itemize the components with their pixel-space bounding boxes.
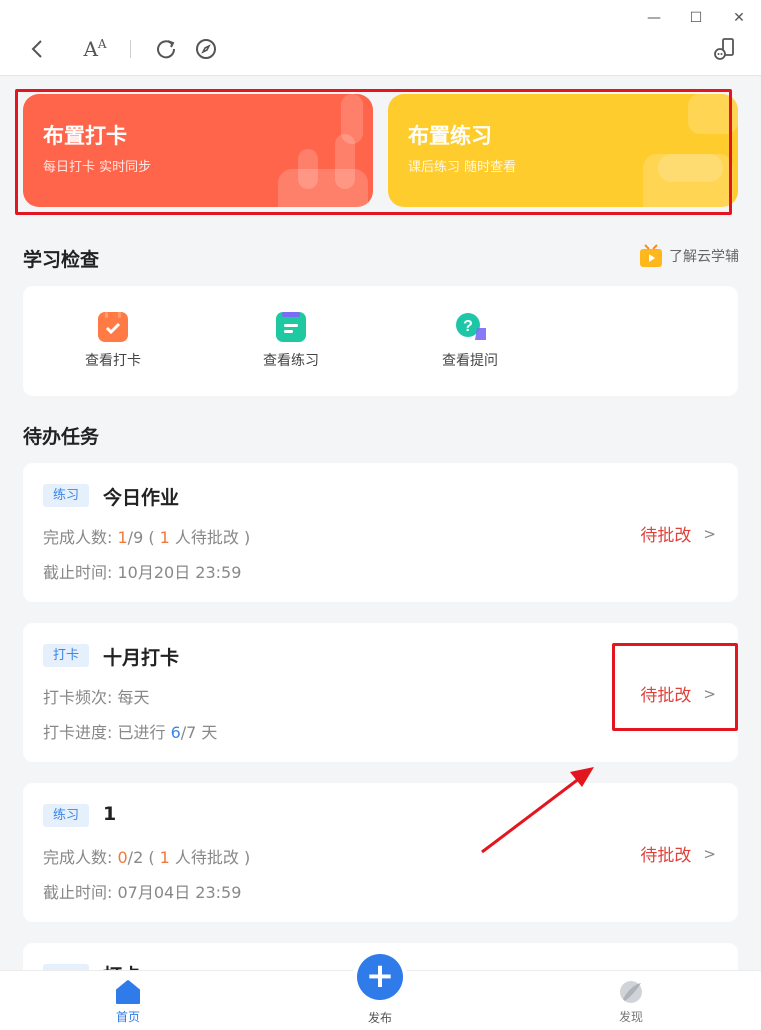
- pending-review-link[interactable]: 待批改 >: [640, 521, 716, 547]
- learn-more-link[interactable]: 了解云学辅: [639, 244, 739, 268]
- task-title: 1: [103, 803, 117, 825]
- publish-button[interactable]: +: [357, 954, 403, 1000]
- banner-decoration: [298, 149, 318, 189]
- font-size-icon[interactable]: AA: [82, 36, 108, 62]
- pending-review-link[interactable]: 待批改 >: [640, 841, 716, 867]
- banner-title: 布置打卡: [43, 124, 127, 148]
- question-bubble-icon: ?: [455, 312, 486, 342]
- banner-decoration: [688, 94, 738, 134]
- refresh-icon[interactable]: [153, 36, 179, 62]
- banner-decoration: [341, 94, 363, 144]
- discover-icon: [620, 981, 642, 1003]
- close-button[interactable]: ✕: [729, 8, 749, 28]
- banner-decoration: [658, 154, 723, 182]
- task-tag: 练习: [43, 804, 89, 827]
- task-tag: 打卡: [43, 644, 89, 667]
- study-check-card: 查看打卡 查看练习 ? 查看提问: [23, 286, 738, 396]
- plus-icon: +: [365, 956, 395, 996]
- assign-practice-banner[interactable]: 布置练习 课后练习 随时查看: [388, 94, 738, 207]
- status-label: 待批改: [640, 526, 692, 546]
- pending-review-link[interactable]: 待批改 >: [640, 681, 716, 707]
- chevron-right-icon: >: [703, 844, 716, 863]
- learn-more-label: 了解云学辅: [669, 249, 739, 265]
- nav-home[interactable]: 首页: [98, 979, 158, 1025]
- task-tag: 练习: [43, 484, 89, 507]
- toolbar-divider: [130, 40, 131, 58]
- chevron-right-icon: >: [703, 684, 716, 703]
- task-deadline: 截止时间: 10月20日 23:59: [43, 563, 242, 582]
- view-questions-label: 查看提问: [442, 353, 498, 369]
- status-label: 待批改: [640, 686, 692, 706]
- compass-icon[interactable]: [193, 36, 219, 62]
- task-title: 十月打卡: [103, 647, 180, 669]
- view-checkin-label: 查看打卡: [85, 353, 141, 369]
- nav-discover[interactable]: 发现: [601, 979, 661, 1025]
- task-completion: 完成人数: 1/9 ( 1 人待批改 ): [43, 528, 251, 547]
- svg-text:?: ?: [463, 318, 473, 335]
- home-icon: [116, 980, 140, 1004]
- view-practice-button[interactable]: 查看练习: [246, 312, 336, 370]
- nav-discover-label: 发现: [618, 1010, 643, 1024]
- back-icon[interactable]: [24, 36, 50, 62]
- document-icon: [276, 312, 306, 342]
- todo-title: 待办任务: [23, 426, 100, 448]
- assign-checkin-banner[interactable]: 布置打卡 每日打卡 实时同步: [23, 94, 373, 207]
- task-deadline: 截止时间: 07月04日 23:59: [43, 883, 242, 902]
- study-check-title: 学习检查: [23, 249, 100, 271]
- nav-publish[interactable]: 发布: [350, 1009, 410, 1026]
- nav-publish-label: 发布: [367, 1011, 392, 1025]
- view-practice-label: 查看练习: [263, 353, 319, 369]
- font-size-sup: A: [97, 37, 107, 51]
- view-questions-button[interactable]: ? 查看提问: [425, 312, 515, 370]
- device-switch-icon[interactable]: [712, 36, 738, 62]
- task-card[interactable]: 练习 今日作业 完成人数: 1/9 ( 1 人待批改 ) 截止时间: 10月20…: [23, 463, 738, 602]
- task-progress: 打卡进度: 已进行 6/7 天: [43, 723, 218, 742]
- banner-subtitle: 每日打卡 实时同步: [43, 160, 152, 175]
- task-frequency: 打卡频次: 每天: [43, 688, 150, 707]
- banner-title: 布置练习: [408, 124, 492, 148]
- banner-subtitle: 课后练习 随时查看: [408, 160, 517, 175]
- font-size-label: A: [83, 37, 98, 61]
- task-title: 今日作业: [103, 487, 180, 509]
- task-card[interactable]: 打卡 十月打卡 打卡频次: 每天 打卡进度: 已进行 6/7 天 待批改 >: [23, 623, 738, 762]
- window-titlebar: — ☐ ✕ AA: [0, 0, 761, 76]
- chevron-right-icon: >: [703, 524, 716, 543]
- maximize-button[interactable]: ☐: [686, 8, 706, 28]
- gift-icon: [639, 244, 663, 268]
- minimize-button[interactable]: —: [644, 8, 664, 28]
- status-label: 待批改: [640, 846, 692, 866]
- task-card[interactable]: 练习 1 完成人数: 0/2 ( 1 人待批改 ) 截止时间: 07月04日 2…: [23, 783, 738, 922]
- nav-home-label: 首页: [115, 1010, 140, 1024]
- view-checkin-button[interactable]: 查看打卡: [68, 312, 158, 370]
- task-completion: 完成人数: 0/2 ( 1 人待批改 ): [43, 848, 251, 867]
- calendar-check-icon: [98, 312, 128, 342]
